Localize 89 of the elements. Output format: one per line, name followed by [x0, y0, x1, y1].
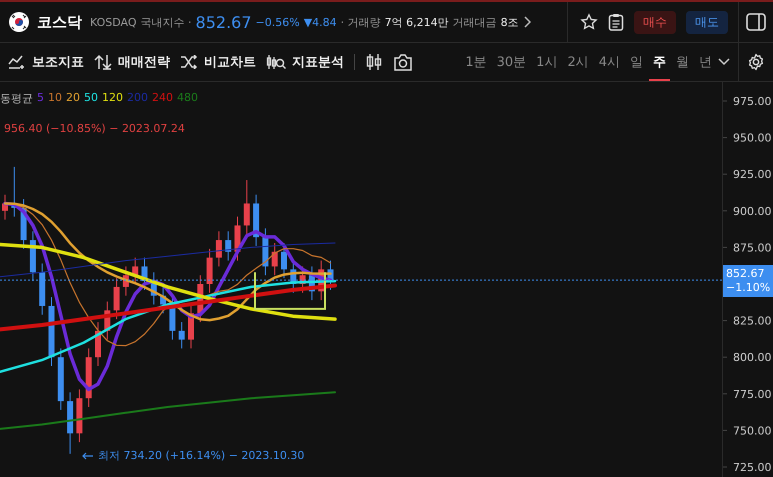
period-tab[interactable]: 주 — [649, 43, 670, 81]
axis-label: 800.00 — [733, 351, 772, 364]
compare-tool[interactable]: 비교차트 — [180, 53, 256, 71]
arrow-left-icon — [82, 452, 94, 460]
candlestick — [206, 248, 213, 294]
candlestick — [114, 278, 120, 320]
candlestick — [160, 286, 166, 314]
high-price-note: 956.40 (−10.85%) − 2023.07.24 — [4, 122, 185, 135]
candle-search-icon — [266, 54, 286, 70]
period-tab[interactable]: 1분 — [461, 43, 491, 81]
axis-label: 775.00 — [733, 388, 772, 401]
range-bracket-line — [254, 272, 326, 310]
side-panel-icon[interactable] — [746, 13, 766, 31]
shuffle-icon — [180, 55, 198, 69]
axis-label: 950.00 — [733, 132, 772, 145]
volume-label: · 거래량 — [340, 14, 381, 30]
low-price-note: 최저 734.20 (+16.14%) − 2023.10.30 — [98, 448, 304, 463]
candlestick — [122, 266, 129, 296]
market-label: 국내지수 · — [140, 14, 192, 30]
candlestick — [95, 322, 101, 366]
candlestick — [76, 388, 82, 443]
candlestick — [188, 304, 194, 349]
buy-button[interactable]: 매수 — [634, 10, 676, 34]
settings-icon[interactable] — [747, 53, 765, 71]
change-percent: −0.56% — [256, 16, 300, 28]
change-amount: ▼4.84 — [304, 16, 337, 28]
candlestick — [132, 257, 138, 284]
legend-period: 120 — [102, 91, 123, 106]
chevron-down-icon[interactable] — [718, 58, 730, 66]
axis-label: 925.00 — [733, 168, 772, 182]
analysis-tool[interactable]: 지표분석 — [266, 53, 344, 71]
last-price: 852.67 — [726, 267, 766, 282]
axis-label: 725.00 — [733, 461, 772, 474]
candlestick — [244, 180, 250, 235]
candlestick — [86, 348, 92, 408]
candlestick — [20, 198, 27, 250]
chevron-right-icon[interactable] — [522, 16, 531, 28]
legend-period: 5 — [37, 91, 44, 106]
amount-label: 거래대금 — [452, 14, 497, 30]
candlestick — [300, 266, 306, 294]
camera-icon[interactable] — [393, 54, 413, 70]
candlestick — [58, 348, 64, 410]
current-price: 852.67 — [196, 12, 252, 32]
period-tab[interactable]: 1시 — [532, 43, 562, 81]
axis-label: 750.00 — [733, 424, 772, 438]
period-tab[interactable]: 일 — [626, 43, 647, 81]
candlestick — [11, 166, 18, 218]
indicator-icon — [8, 55, 26, 69]
candlestick — [272, 242, 278, 276]
volume-value: 7억 6,214만 — [384, 14, 449, 30]
clipboard-icon[interactable] — [608, 13, 624, 31]
candlestick — [234, 216, 240, 262]
sort-arrows-icon — [94, 54, 112, 70]
axis-label: 875.00 — [733, 241, 772, 254]
star-icon[interactable] — [580, 13, 598, 31]
period-tab[interactable]: 30분 — [492, 43, 530, 81]
candlestick — [216, 230, 222, 267]
candlestick — [67, 392, 74, 454]
flag-icon — [9, 12, 29, 32]
legend-title: 동평균 — [0, 91, 33, 106]
strategy-tool[interactable]: 매매전략 — [94, 53, 170, 71]
legend-period: 200 — [127, 91, 148, 106]
candlestick — [2, 194, 8, 220]
legend-period: 10 — [48, 91, 62, 106]
legend-period: 240 — [152, 91, 173, 106]
axis-label: 825.00 — [733, 314, 772, 328]
candlestick — [178, 322, 185, 349]
last-change: −1.10% — [726, 281, 771, 296]
candlestick — [104, 301, 110, 340]
candlestick — [225, 230, 232, 262]
index-code: KOSDAQ — [90, 16, 137, 28]
candlestick — [262, 228, 268, 276]
legend-period: 480 — [177, 91, 198, 106]
period-tab[interactable]: 월 — [672, 43, 693, 81]
sell-button[interactable]: 매도 — [686, 10, 728, 34]
period-tab[interactable]: 년 — [695, 43, 716, 81]
indicator-tool[interactable]: 보조지표 — [8, 53, 84, 71]
legend-period: 50 — [84, 91, 98, 106]
period-tab[interactable]: 4시 — [594, 43, 624, 81]
period-tab[interactable]: 2시 — [563, 43, 593, 81]
candlestick — [48, 296, 54, 366]
candlestick — [253, 194, 260, 246]
candlestick — [197, 274, 204, 323]
amount-value: 8조 — [500, 14, 519, 30]
axis-label: 900.00 — [733, 204, 772, 218]
legend-period: 20 — [66, 91, 80, 106]
index-title: 코스닥 — [37, 12, 82, 32]
candlestick-icon[interactable] — [365, 53, 383, 71]
axis-label: 975.00 — [733, 95, 772, 108]
